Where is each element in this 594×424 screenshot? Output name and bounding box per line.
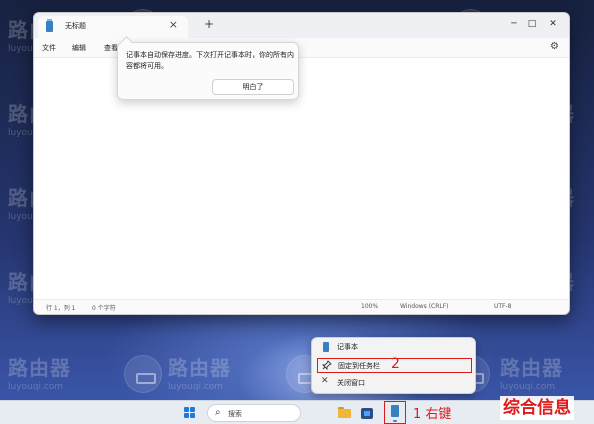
close-icon: ✕ (321, 376, 329, 386)
close-button[interactable]: ✕ (542, 16, 564, 32)
notepad-icon (323, 342, 329, 352)
notepad-icon (46, 19, 53, 32)
jump-item-label: 记事本 (337, 343, 358, 351)
got-it-button[interactable]: 明白了 (212, 79, 294, 95)
menu-file[interactable]: 文件 (42, 43, 56, 53)
maximize-button[interactable]: □ (521, 16, 543, 32)
menu-view[interactable]: 查看 (104, 43, 118, 53)
status-bar: 行 1，列 1 0 个字符 100% Windows (CRLF) UTF-8 (34, 299, 569, 314)
status-line-ending: Windows (CRLF) (400, 303, 449, 310)
menu-bar: 文件 编辑 查看 ⚙ (34, 38, 569, 58)
start-button[interactable] (184, 407, 196, 419)
menu-edit[interactable]: 编辑 (72, 43, 86, 53)
search-placeholder: 搜索 (228, 410, 242, 418)
gear-icon[interactable]: ⚙ (550, 41, 559, 52)
store-icon[interactable] (360, 405, 374, 420)
watermark-router-icon (124, 355, 162, 393)
taskbar-notepad-button[interactable] (384, 401, 406, 424)
notepad-icon (391, 405, 399, 417)
jump-item-close-window[interactable]: ✕ 关闭窗口 (317, 376, 472, 391)
search-icon: ⌕ (215, 407, 221, 418)
tab-title: 无标题 (65, 22, 86, 30)
jump-item-label: 固定到任务栏 (338, 362, 380, 370)
autosave-teaching-tip: 记事本自动保存进度。下次打开记事本时，你的所有内容都将可用。 明白了 (117, 42, 299, 100)
brand-watermark: 综合信息 (500, 396, 574, 420)
status-position: 行 1，列 1 (46, 305, 76, 312)
status-encoding: UTF-8 (494, 303, 512, 310)
jump-item-label: 关闭窗口 (337, 379, 365, 387)
annotation-step-2: 2 (391, 356, 400, 372)
watermark: 路由器 luyouqi.com (500, 352, 563, 392)
jump-item-notepad[interactable]: 记事本 (317, 340, 472, 355)
autosave-message: 记事本自动保存进度。下次打开记事本时，你的所有内容都将可用。 (126, 51, 294, 70)
watermark-text: 路由器 (8, 356, 71, 380)
text-editor[interactable] (34, 59, 569, 301)
status-char-count: 0 个字符 (92, 305, 116, 312)
new-tab-button[interactable]: + (204, 17, 214, 31)
tab-untitled[interactable]: 无标题 × (38, 16, 188, 38)
notepad-window: 无标题 × + ─ □ ✕ 文件 编辑 查看 ⚙ 行 1，列 1 0 个字符 1… (33, 12, 570, 315)
running-indicator (393, 420, 397, 422)
watermark-text: 路由器 (168, 356, 231, 380)
watermark-url: luyouqi.com (168, 382, 224, 392)
watermark: 路由器 luyouqi.com (8, 352, 71, 392)
watermark: 路由器 luyouqi.com (168, 352, 231, 392)
watermark-url: luyouqi.com (500, 382, 556, 392)
watermark-url: luyouqi.com (8, 382, 64, 392)
annotation-step-1: 1 右键 (413, 407, 452, 422)
taskbar-search[interactable]: ⌕ 搜索 (207, 404, 301, 422)
status-zoom: 100% (361, 303, 379, 310)
pin-icon (321, 360, 332, 373)
tab-close-icon[interactable]: × (169, 18, 178, 32)
title-bar: 无标题 × + ─ □ ✕ (34, 13, 569, 38)
file-explorer-icon[interactable] (337, 405, 351, 420)
watermark-text: 路由器 (500, 356, 563, 380)
